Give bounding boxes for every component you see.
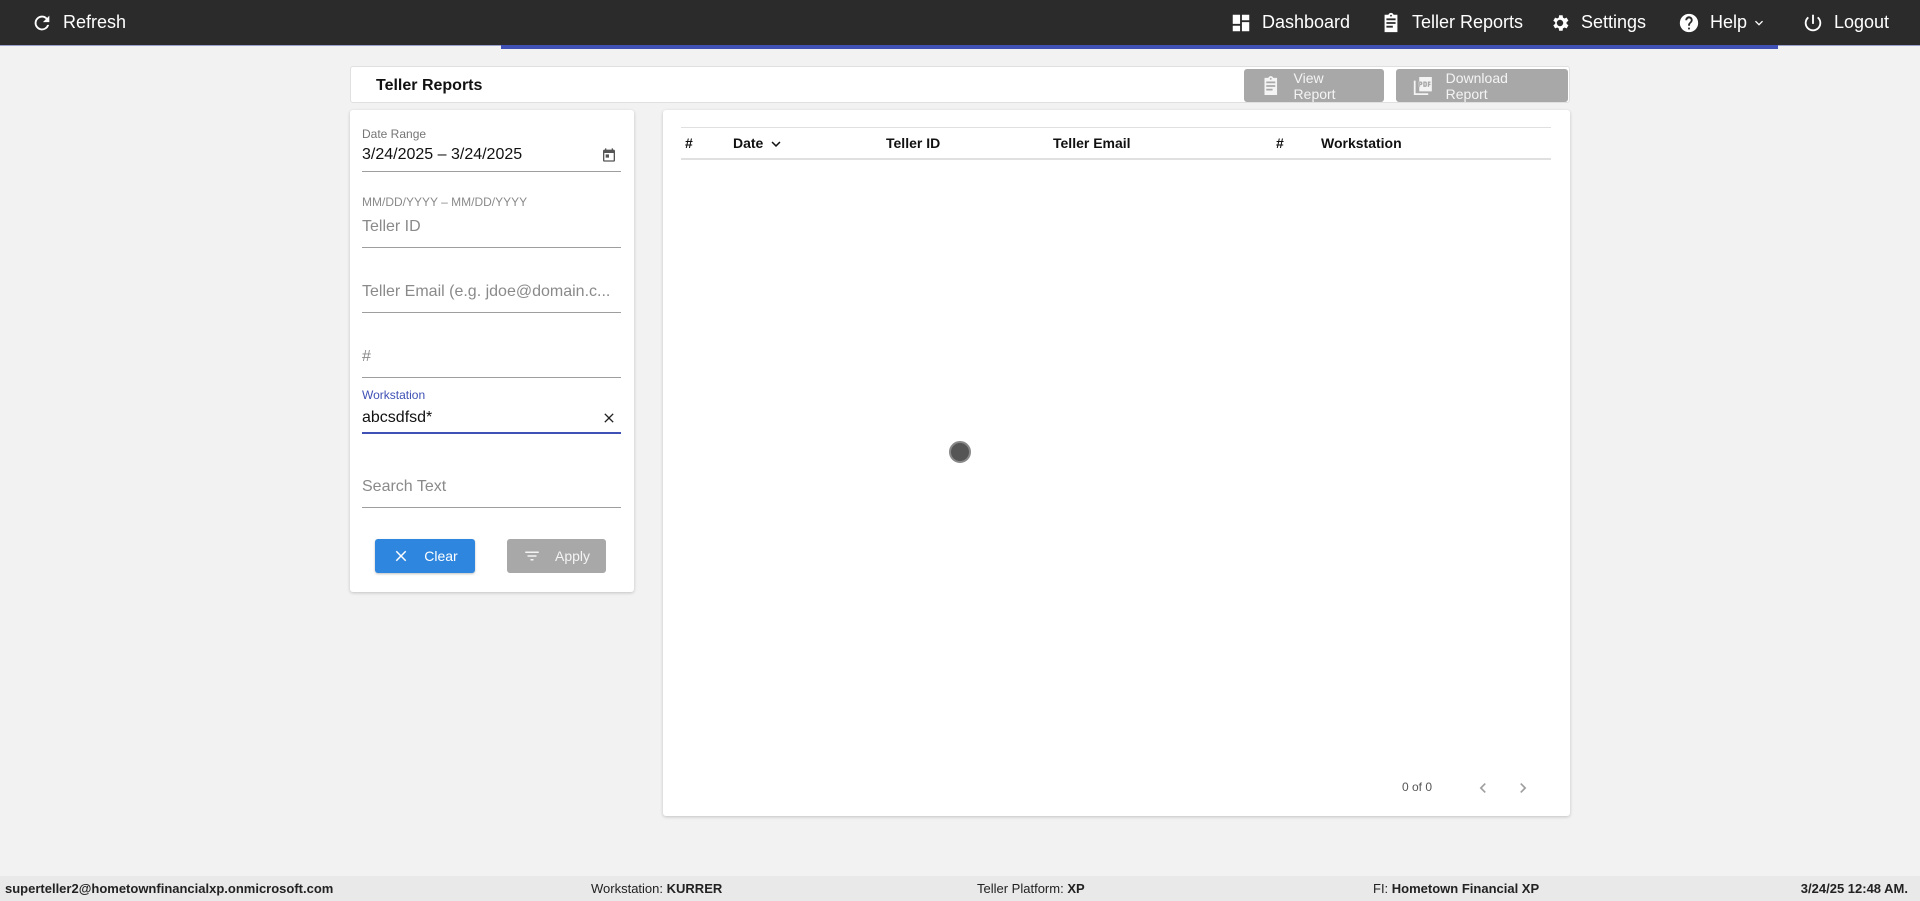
column-header-number[interactable]: # (685, 128, 693, 159)
workstation-value[interactable]: abcsdfsd* (362, 406, 621, 430)
column-header-label: Teller ID (886, 135, 941, 151)
teller-id-field[interactable] (362, 210, 621, 250)
pdf-icon (1413, 76, 1432, 95)
status-footer: superteller2@hometownfinancialxp.onmicro… (0, 876, 1920, 901)
clipboard-icon (1264, 75, 1278, 95)
number-underline (362, 377, 621, 378)
teller-email-input[interactable] (362, 283, 621, 301)
help-icon (1679, 13, 1699, 32)
search-text-underline (362, 507, 621, 508)
footer-fi-label: FI: (1373, 881, 1389, 896)
teller-email-underline (362, 312, 621, 313)
footer-platform-label: Teller Platform: (977, 881, 1064, 896)
help-label: Help (1710, 12, 1748, 32)
column-header-label: Teller Email (1053, 135, 1131, 151)
teller-email-field[interactable] (362, 275, 621, 315)
refresh-label: Refresh (63, 12, 127, 32)
number-field[interactable] (362, 340, 621, 380)
workstation-field[interactable]: Workstation abcsdfsd* (362, 388, 621, 444)
date-range-field[interactable]: Date Range 3/24/2025 – 3/24/2025 MM/DD/Y… (362, 127, 621, 209)
footer-fi: FI: Hometown Financial XP (1373, 876, 1539, 901)
clear-button[interactable]: Clear (375, 539, 475, 573)
column-header-label: # (1276, 135, 1284, 151)
sort-descending-icon (771, 140, 781, 147)
filter-panel: Date Range 3/24/2025 – 3/24/2025 MM/DD/Y… (350, 110, 634, 592)
gear-icon (1553, 14, 1569, 31)
column-header-date[interactable]: Date (733, 128, 785, 159)
view-report-button[interactable]: View Report (1244, 69, 1384, 102)
close-icon[interactable] (601, 410, 617, 426)
footer-fi-value: Hometown Financial XP (1391, 881, 1540, 896)
previous-page-button[interactable] (1471, 776, 1495, 800)
footer-user-email: superteller2@hometownfinancialxp.onmicro… (5, 881, 334, 896)
column-header-label: # (685, 135, 693, 151)
teller-reports-nav-button[interactable]: Teller Reports (1380, 0, 1523, 45)
top-navigation-bar: Refresh Dashboard Teller Reports Setting… (0, 0, 1920, 49)
workstation-label: Workstation (362, 388, 426, 402)
footer-workstation-label: Workstation: (591, 881, 664, 896)
loading-spinner (949, 441, 971, 463)
teller-id-input[interactable] (362, 218, 592, 236)
footer-datetime: 3/24/25 12:48 AM. (1800, 881, 1908, 896)
settings-label: Settings (1581, 12, 1647, 32)
workstation-underline (362, 432, 621, 434)
close-icon (396, 550, 407, 562)
dashboard-label: Dashboard (1262, 12, 1351, 32)
results-panel: # Date Teller ID Teller Email # Workstat… (663, 110, 1570, 816)
apply-button[interactable]: Apply (507, 539, 606, 573)
filter-icon (525, 551, 539, 561)
chevron-right-icon (1520, 783, 1527, 793)
calendar-icon[interactable] (601, 147, 617, 163)
column-header-teller-id[interactable]: Teller ID (886, 128, 940, 159)
column-header-number-2[interactable]: # (1276, 128, 1284, 159)
help-nav-button[interactable]: Help (1678, 0, 1767, 45)
date-range-label: Date Range (362, 127, 427, 141)
column-header-teller-email[interactable]: Teller Email (1053, 128, 1131, 159)
search-text-input[interactable] (362, 478, 592, 496)
pagination-range: 0 of 0 (1402, 780, 1433, 794)
footer-workstation: Workstation: KURRER (591, 876, 722, 901)
column-header-label: Workstation (1321, 135, 1402, 151)
table-header: # Date Teller ID Teller Email # Workstat… (681, 127, 1551, 160)
teller-reports-label: Teller Reports (1412, 12, 1524, 32)
dashboard-icon (1232, 14, 1250, 31)
chevron-left-icon (1479, 783, 1486, 793)
date-range-value[interactable]: 3/24/2025 – 3/24/2025 (362, 143, 621, 167)
page-title: Teller Reports (376, 77, 483, 94)
logout-label: Logout (1834, 12, 1890, 32)
search-text-field[interactable] (362, 470, 621, 510)
date-range-hint: MM/DD/YYYY – MM/DD/YYYY (362, 195, 528, 209)
download-report-button[interactable]: Download Report (1396, 69, 1568, 102)
chevron-down-icon (1755, 20, 1764, 26)
teller-id-underline (362, 247, 621, 248)
view-report-label: View Report (1293, 69, 1336, 102)
power-icon (1804, 14, 1822, 31)
dashboard-nav-button[interactable]: Dashboard (1230, 0, 1350, 45)
clear-label: Clear (424, 548, 458, 564)
column-header-workstation[interactable]: Workstation (1321, 128, 1402, 159)
settings-nav-button[interactable]: Settings (1549, 0, 1646, 45)
footer-platform: Teller Platform: XP (977, 876, 1085, 901)
report-header-card: Teller Reports View Report Download Repo… (350, 66, 1570, 103)
date-range-underline (362, 171, 621, 172)
loading-progress-bar (501, 45, 1778, 49)
download-report-label: Download Report (1445, 69, 1508, 102)
column-header-label: Date (733, 135, 764, 151)
refresh-icon (34, 15, 50, 30)
footer-workstation-value: KURRER (666, 881, 723, 896)
apply-label: Apply (554, 548, 591, 564)
number-input[interactable] (362, 348, 592, 366)
footer-platform-value: XP (1067, 881, 1085, 896)
logout-nav-button[interactable]: Logout (1802, 0, 1889, 45)
next-page-button[interactable] (1511, 776, 1535, 800)
refresh-button[interactable]: Refresh (31, 0, 126, 45)
clipboard-icon (1384, 12, 1398, 32)
